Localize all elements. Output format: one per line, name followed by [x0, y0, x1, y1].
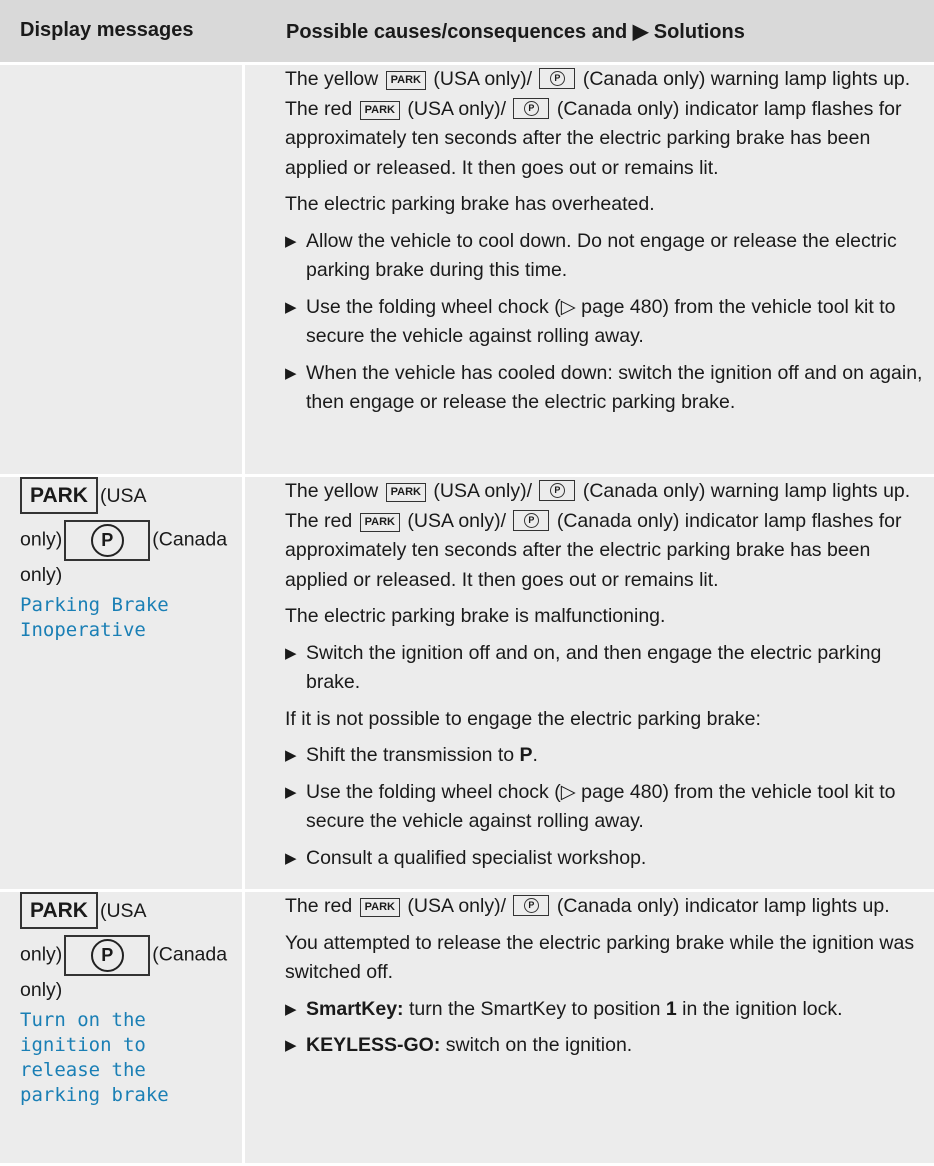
park-lamp-icon: PARK [385, 71, 426, 90]
parking-brake-p-icon: P [513, 895, 550, 916]
table-row: The yellow PARK (USA only)/ P (Canada on… [0, 65, 934, 477]
cause-text: The electric parking brake is malfunctio… [285, 605, 666, 627]
arrow-icon: ▶ [285, 849, 297, 867]
solution-step: ▶ Consult a qualified specialist workshop… [285, 844, 926, 874]
arrow-icon: ▶ [285, 298, 297, 316]
display-message-cell: PARK (USA only) P (Canada only) Parking Bra… [0, 477, 245, 889]
table-row: PARK (USA only) P (Canada only) Parking Bra… [0, 477, 934, 892]
parking-brake-p-icon: P [513, 97, 550, 119]
arrow-icon: ▶ [285, 232, 297, 250]
display-message-text: Parking Brake Inoperative [20, 593, 169, 641]
solution-step: ▶ When the vehicle has cooled down: switc… [285, 359, 926, 418]
header-causes-solutions: Possible causes/consequences and ▶ Solut… [286, 21, 745, 43]
cause-text: You attempted to release the electric pa… [285, 931, 915, 984]
park-lamp-icon: PARK [20, 892, 98, 929]
lamp-description: The yellow PARK (USA only)/ P (Canada on… [285, 68, 911, 179]
lamp-description: The red PARK (USA only)/ P (Canada only)… [285, 895, 890, 917]
solutions-cell: The red PARK (USA only)/ P (Canada only)… [245, 892, 934, 1163]
arrow-icon: ▶ [285, 644, 297, 662]
park-lamp-icon: PARK [20, 477, 98, 514]
arrow-icon: ▶ [285, 1037, 297, 1054]
parking-brake-p-icon: P [539, 480, 576, 501]
arrow-icon: ▶ [285, 747, 297, 764]
solution-step: ▶ KEYLESS-GO: switch on the ignition. [285, 1031, 926, 1061]
solution-step: ▶ Use the folding wheel chock (▷ page 480… [285, 778, 926, 837]
park-lamp-icon: PARK [359, 898, 400, 917]
display-message-cell: PARK (USA only) P (Canada only) Turn on the… [0, 892, 245, 1163]
arrow-icon: ▶ [285, 1000, 297, 1018]
arrow-icon: ▶ [285, 783, 297, 801]
lamp-description: The yellow PARK (USA only)/ P (Canada on… [285, 480, 911, 591]
solution-step: ▶ Allow the vehicle to cool down. Do not … [285, 227, 926, 286]
parking-brake-p-icon: P [539, 68, 576, 89]
parking-brake-p-icon: P [64, 935, 151, 976]
parking-brake-p-icon: P [513, 509, 550, 531]
header-display-messages: Display messages [20, 19, 194, 41]
park-lamp-icon: PARK [385, 483, 426, 502]
solution-step: ▶ Use the folding wheel chock (▷ page 480… [285, 293, 926, 352]
parking-brake-p-icon: P [64, 520, 151, 561]
cause-text: The electric parking brake has overheate… [285, 193, 655, 215]
solution-step: ▶ SmartKey: turn the SmartKey to position… [285, 995, 926, 1025]
condition-text: If it is not possible to engage the elec… [285, 707, 761, 730]
table-header: Display messages Possible causes/consequ… [0, 0, 934, 65]
arrow-icon: ▶ [285, 364, 297, 382]
solution-step: ▶ Switch the ignition off and on, and the… [285, 639, 926, 698]
display-message-cell [0, 65, 245, 474]
solutions-cell: The yellow PARK (USA only)/ P (Canada on… [245, 477, 934, 889]
display-message-text: Turn on the ignition to release the park… [20, 1008, 169, 1106]
table-row: PARK (USA only) P (Canada only) Turn on the… [0, 892, 934, 1166]
solution-step: ▶ Shift the transmission to P. [285, 741, 926, 771]
display-messages-table: Display messages Possible causes/consequ… [0, 0, 934, 1166]
solutions-cell: The yellow PARK (USA only)/ P (Canada on… [245, 65, 934, 474]
park-lamp-icon: PARK [359, 512, 400, 532]
park-lamp-icon: PARK [359, 100, 400, 120]
